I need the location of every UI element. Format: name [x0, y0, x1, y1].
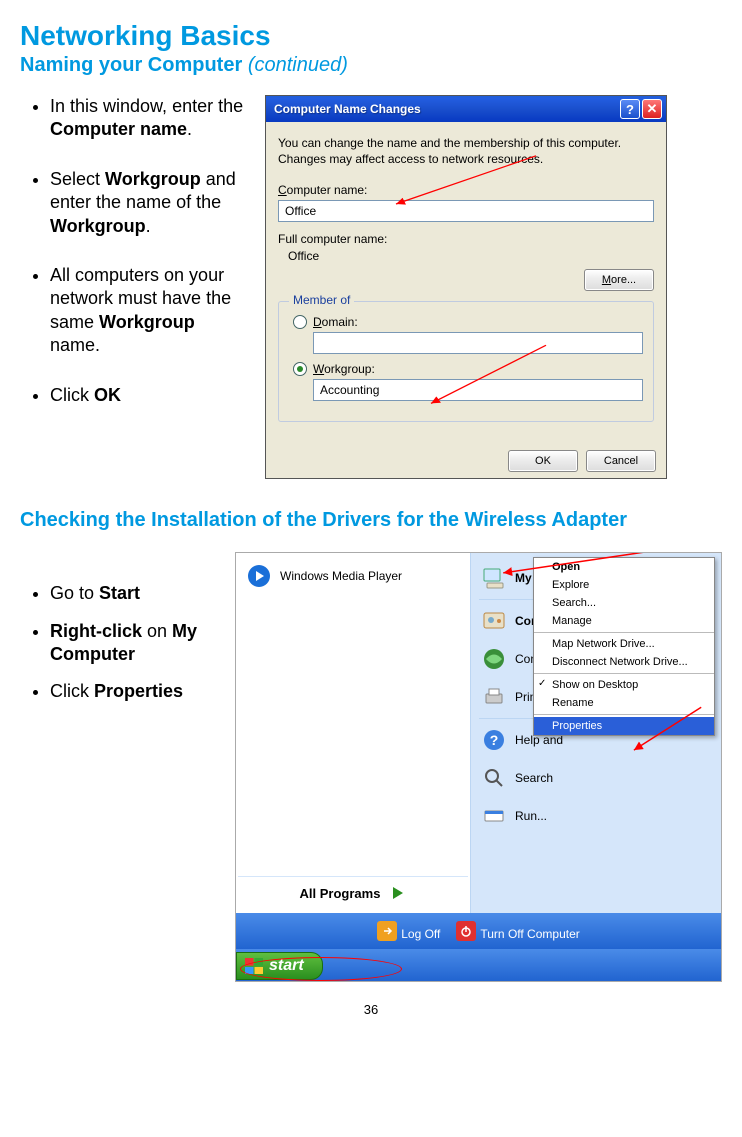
instructions-list-2: Go to Start Right-click on My Computer C…	[20, 582, 220, 704]
ok-button[interactable]: OK	[508, 450, 578, 472]
instruction-item: Right-click on My Computer	[50, 620, 220, 667]
start-item-wmp[interactable]: Windows Media Player	[238, 557, 468, 595]
dialog-info-text: You can change the name and the membersh…	[278, 136, 654, 167]
turn-off-button[interactable]: Turn Off Computer	[456, 921, 579, 941]
radio-checked-icon	[293, 362, 307, 376]
ctx-show-desktop[interactable]: Show on Desktop	[534, 676, 714, 694]
workgroup-input[interactable]	[313, 379, 643, 401]
domain-input[interactable]	[313, 332, 643, 354]
instruction-item: Select Workgroup and enter the name of t…	[50, 168, 245, 238]
text-bold: OK	[94, 385, 121, 405]
text: .	[146, 216, 151, 236]
instructions-list-1: In this window, enter the Computer name.…	[20, 95, 245, 407]
svg-text:?: ?	[490, 732, 499, 748]
ctx-search[interactable]: Search...	[534, 594, 714, 612]
label: Log Off	[401, 927, 440, 941]
text-bold: Computer name	[50, 119, 187, 139]
start-menu-panel: Windows Media Player All Programs My Com	[235, 552, 722, 982]
full-name-label: Full computer name:	[278, 232, 654, 246]
member-of-group: Member of Domain: Workgroup:	[278, 301, 654, 422]
arrow-right-icon	[390, 885, 406, 901]
ctx-rename[interactable]: Rename	[534, 694, 714, 712]
ctx-properties[interactable]: Properties	[534, 717, 714, 735]
workgroup-radio[interactable]: Workgroup:	[293, 362, 643, 376]
run-icon	[481, 803, 507, 829]
start-menu-right: My Com Control P Connect	[471, 553, 721, 913]
ctx-explore[interactable]: Explore	[534, 576, 714, 594]
page-subtitle: Naming your Computer (continued)	[20, 54, 722, 77]
label: Windows Media Player	[280, 569, 402, 583]
text: on	[142, 621, 172, 641]
text: Select	[50, 169, 105, 189]
groupbox-title: Member of	[289, 293, 354, 307]
instruction-item: Click OK	[50, 384, 245, 407]
text-bold: Properties	[94, 681, 183, 701]
search-icon	[481, 765, 507, 791]
start-item-search[interactable]: Search	[473, 759, 719, 797]
start-item-run[interactable]: Run...	[473, 797, 719, 835]
ctx-open[interactable]: Open	[534, 558, 714, 576]
text: .	[187, 119, 192, 139]
help-button[interactable]: ?	[620, 99, 640, 119]
control-panel-icon	[481, 608, 507, 634]
instruction-item: Go to Start	[50, 582, 220, 605]
text-bold: Workgroup	[99, 312, 195, 332]
ctx-map-drive[interactable]: Map Network Drive...	[534, 635, 714, 653]
text-bold: Workgroup	[50, 216, 146, 236]
text: name.	[50, 335, 100, 355]
computer-name-changes-dialog: Computer Name Changes ? ✕ You can change…	[265, 95, 667, 479]
turnoff-icon	[456, 921, 476, 941]
text: Click	[50, 385, 94, 405]
workgroup-label: Workgroup:	[313, 362, 375, 376]
cancel-button[interactable]: Cancel	[586, 450, 656, 472]
domain-radio[interactable]: Domain:	[293, 315, 643, 329]
text: Click	[50, 681, 94, 701]
computer-name-label: Computer name:	[278, 183, 654, 197]
ctx-manage[interactable]: Manage	[534, 612, 714, 630]
label: Run...	[515, 809, 547, 823]
subtitle-continued: (continued)	[248, 54, 348, 76]
text-bold: Workgroup	[105, 169, 201, 189]
instruction-item: In this window, enter the Computer name.	[50, 95, 245, 142]
computer-icon	[481, 565, 507, 591]
subtitle-main: Naming your Computer	[20, 54, 242, 76]
radio-unchecked-icon	[293, 315, 307, 329]
start-menu-left: Windows Media Player All Programs	[236, 553, 471, 913]
label: Search	[515, 771, 553, 785]
text-bold: Right-click	[50, 621, 142, 641]
page-number: 36	[20, 1002, 722, 1017]
start-menu-bottom: Log Off Turn Off Computer	[236, 913, 721, 949]
text: Go to	[50, 583, 99, 603]
taskbar: start	[236, 949, 721, 981]
label: All Programs	[300, 886, 381, 901]
domain-label: Domain:	[313, 315, 358, 329]
my-computer-context-menu: Open Explore Search... Manage Map Networ…	[533, 557, 715, 736]
full-name-value: Office	[278, 249, 654, 263]
titlebar-text: Computer Name Changes	[274, 102, 618, 116]
instruction-item: Click Properties	[50, 680, 220, 703]
printer-icon	[481, 684, 507, 710]
log-off-button[interactable]: Log Off	[377, 921, 440, 941]
close-button[interactable]: ✕	[642, 99, 662, 119]
computer-name-input[interactable]	[278, 200, 654, 222]
dialog-titlebar[interactable]: Computer Name Changes ? ✕	[266, 96, 666, 122]
instruction-item: All computers on your network must have …	[50, 264, 245, 358]
page-title: Networking Basics	[20, 20, 722, 52]
help-icon: ?	[481, 727, 507, 753]
ctx-disconnect-drive[interactable]: Disconnect Network Drive...	[534, 653, 714, 671]
text: In this window, enter the	[50, 96, 243, 116]
connect-icon	[481, 646, 507, 672]
all-programs-button[interactable]: All Programs	[238, 876, 468, 909]
more-button[interactable]: More...	[584, 269, 654, 291]
section-2-title: Checking the Installation of the Drivers…	[20, 509, 722, 532]
text-bold: Start	[99, 583, 140, 603]
label: Turn Off Computer	[480, 927, 579, 941]
wmp-icon	[246, 563, 272, 589]
logoff-icon	[377, 921, 397, 941]
annotation-ellipse	[240, 957, 402, 981]
